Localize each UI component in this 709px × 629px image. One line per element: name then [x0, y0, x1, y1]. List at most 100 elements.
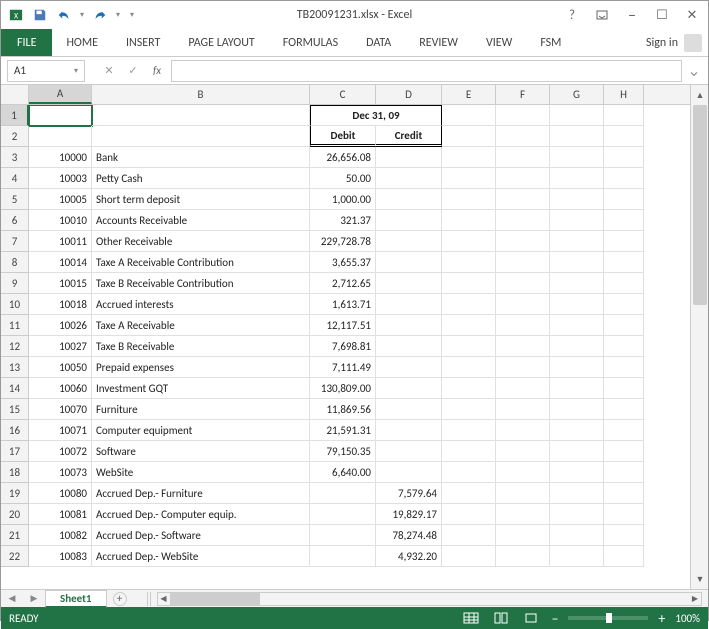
debit-value[interactable]: 321.37: [310, 210, 376, 231]
credit-value[interactable]: 4,932.20: [376, 546, 442, 567]
cell[interactable]: [550, 504, 604, 525]
row-header[interactable]: 17: [1, 441, 29, 462]
account-name[interactable]: Accrued Dep.- WebSite: [92, 546, 310, 567]
col-header-c[interactable]: C: [310, 85, 376, 104]
account-code[interactable]: 10015: [29, 273, 92, 294]
qat-customize-icon[interactable]: ▾: [125, 4, 139, 26]
cell[interactable]: [442, 336, 496, 357]
cell[interactable]: [496, 105, 550, 126]
cell[interactable]: [29, 126, 92, 147]
credit-value[interactable]: 19,829.17: [376, 504, 442, 525]
debit-value[interactable]: 3,655.37: [310, 252, 376, 273]
debit-value[interactable]: 130,809.00: [310, 378, 376, 399]
cell[interactable]: [496, 462, 550, 483]
zoom-level[interactable]: 100%: [675, 612, 700, 625]
cell[interactable]: [604, 294, 644, 315]
cell[interactable]: [550, 105, 604, 126]
cell[interactable]: [550, 336, 604, 357]
row-header[interactable]: 22: [1, 546, 29, 567]
tab-review[interactable]: REVIEW: [405, 29, 472, 56]
credit-value[interactable]: [376, 462, 442, 483]
cell[interactable]: [496, 126, 550, 147]
account-name[interactable]: Taxe A Receivable Contribution: [92, 252, 310, 273]
undo-more-icon[interactable]: ▾: [77, 4, 87, 26]
cell[interactable]: [92, 105, 310, 126]
account-code[interactable]: 10082: [29, 525, 92, 546]
close-button[interactable]: ✕: [678, 4, 706, 26]
account-code[interactable]: 10018: [29, 294, 92, 315]
cell[interactable]: [550, 525, 604, 546]
minimize-button[interactable]: –: [618, 4, 646, 26]
cell[interactable]: [496, 315, 550, 336]
account-name[interactable]: Furniture: [92, 399, 310, 420]
redo-more-icon[interactable]: ▾: [113, 4, 123, 26]
cell-a1[interactable]: [29, 105, 92, 126]
cell[interactable]: [550, 462, 604, 483]
tab-formulas[interactable]: FORMULAS: [269, 29, 352, 56]
row-header[interactable]: 14: [1, 378, 29, 399]
cell[interactable]: [550, 483, 604, 504]
row-header[interactable]: 12: [1, 336, 29, 357]
cell[interactable]: [442, 483, 496, 504]
credit-value[interactable]: [376, 315, 442, 336]
debit-value[interactable]: 7,111.49: [310, 357, 376, 378]
zoom-thumb[interactable]: [606, 613, 612, 623]
cell[interactable]: [604, 399, 644, 420]
cancel-formula-icon[interactable]: ✕: [99, 60, 119, 82]
account-code[interactable]: 10081: [29, 504, 92, 525]
horizontal-scrollbar[interactable]: ◀ ▶: [157, 592, 703, 606]
cell[interactable]: [496, 294, 550, 315]
debit-value[interactable]: 1,613.71: [310, 294, 376, 315]
cell[interactable]: [496, 336, 550, 357]
credit-value[interactable]: [376, 231, 442, 252]
debit-header[interactable]: Debit: [310, 126, 376, 147]
cell[interactable]: [604, 525, 644, 546]
cell[interactable]: [442, 147, 496, 168]
cell[interactable]: [550, 231, 604, 252]
tab-fsm[interactable]: FSM: [526, 29, 575, 56]
tab-data[interactable]: DATA: [352, 29, 405, 56]
grid[interactable]: ABCDEFGH 1Dec 31, 092DebitCredit310000Ba…: [1, 85, 690, 589]
debit-value[interactable]: 79,150.35: [310, 441, 376, 462]
cell[interactable]: [604, 147, 644, 168]
cell[interactable]: [496, 252, 550, 273]
cell[interactable]: [442, 399, 496, 420]
credit-value[interactable]: [376, 147, 442, 168]
account-name[interactable]: Other Receivable: [92, 231, 310, 252]
cell[interactable]: [604, 231, 644, 252]
account-code[interactable]: 10083: [29, 546, 92, 567]
account-name[interactable]: Accrued interests: [92, 294, 310, 315]
row-header[interactable]: 10: [1, 294, 29, 315]
col-header-d[interactable]: D: [376, 85, 442, 104]
account-code[interactable]: 10070: [29, 399, 92, 420]
cell[interactable]: [604, 210, 644, 231]
account-code[interactable]: 10011: [29, 231, 92, 252]
account-name[interactable]: Petty Cash: [92, 168, 310, 189]
cell[interactable]: [604, 546, 644, 567]
sheet-nav-prev-icon[interactable]: ◀: [1, 590, 23, 608]
cell[interactable]: [496, 147, 550, 168]
credit-value[interactable]: [376, 189, 442, 210]
vertical-scrollbar[interactable]: ▲ ▼: [690, 85, 708, 589]
cell[interactable]: [550, 378, 604, 399]
debit-value[interactable]: [310, 546, 376, 567]
cell[interactable]: [496, 378, 550, 399]
cell[interactable]: [604, 462, 644, 483]
debit-value[interactable]: [310, 483, 376, 504]
cell[interactable]: [550, 273, 604, 294]
expand-formula-bar-icon[interactable]: ⌄: [686, 61, 702, 81]
cell[interactable]: [550, 357, 604, 378]
cell[interactable]: [604, 105, 644, 126]
cell[interactable]: [604, 189, 644, 210]
row-header[interactable]: 8: [1, 252, 29, 273]
cell[interactable]: [604, 504, 644, 525]
row-header[interactable]: 1: [1, 105, 29, 126]
account-code[interactable]: 10080: [29, 483, 92, 504]
account-code[interactable]: 10014: [29, 252, 92, 273]
cell[interactable]: [496, 399, 550, 420]
credit-value[interactable]: 7,579.64: [376, 483, 442, 504]
fx-icon[interactable]: fx: [147, 60, 167, 82]
account-name[interactable]: Taxe B Receivable: [92, 336, 310, 357]
credit-value[interactable]: [376, 399, 442, 420]
account-code[interactable]: 10073: [29, 462, 92, 483]
